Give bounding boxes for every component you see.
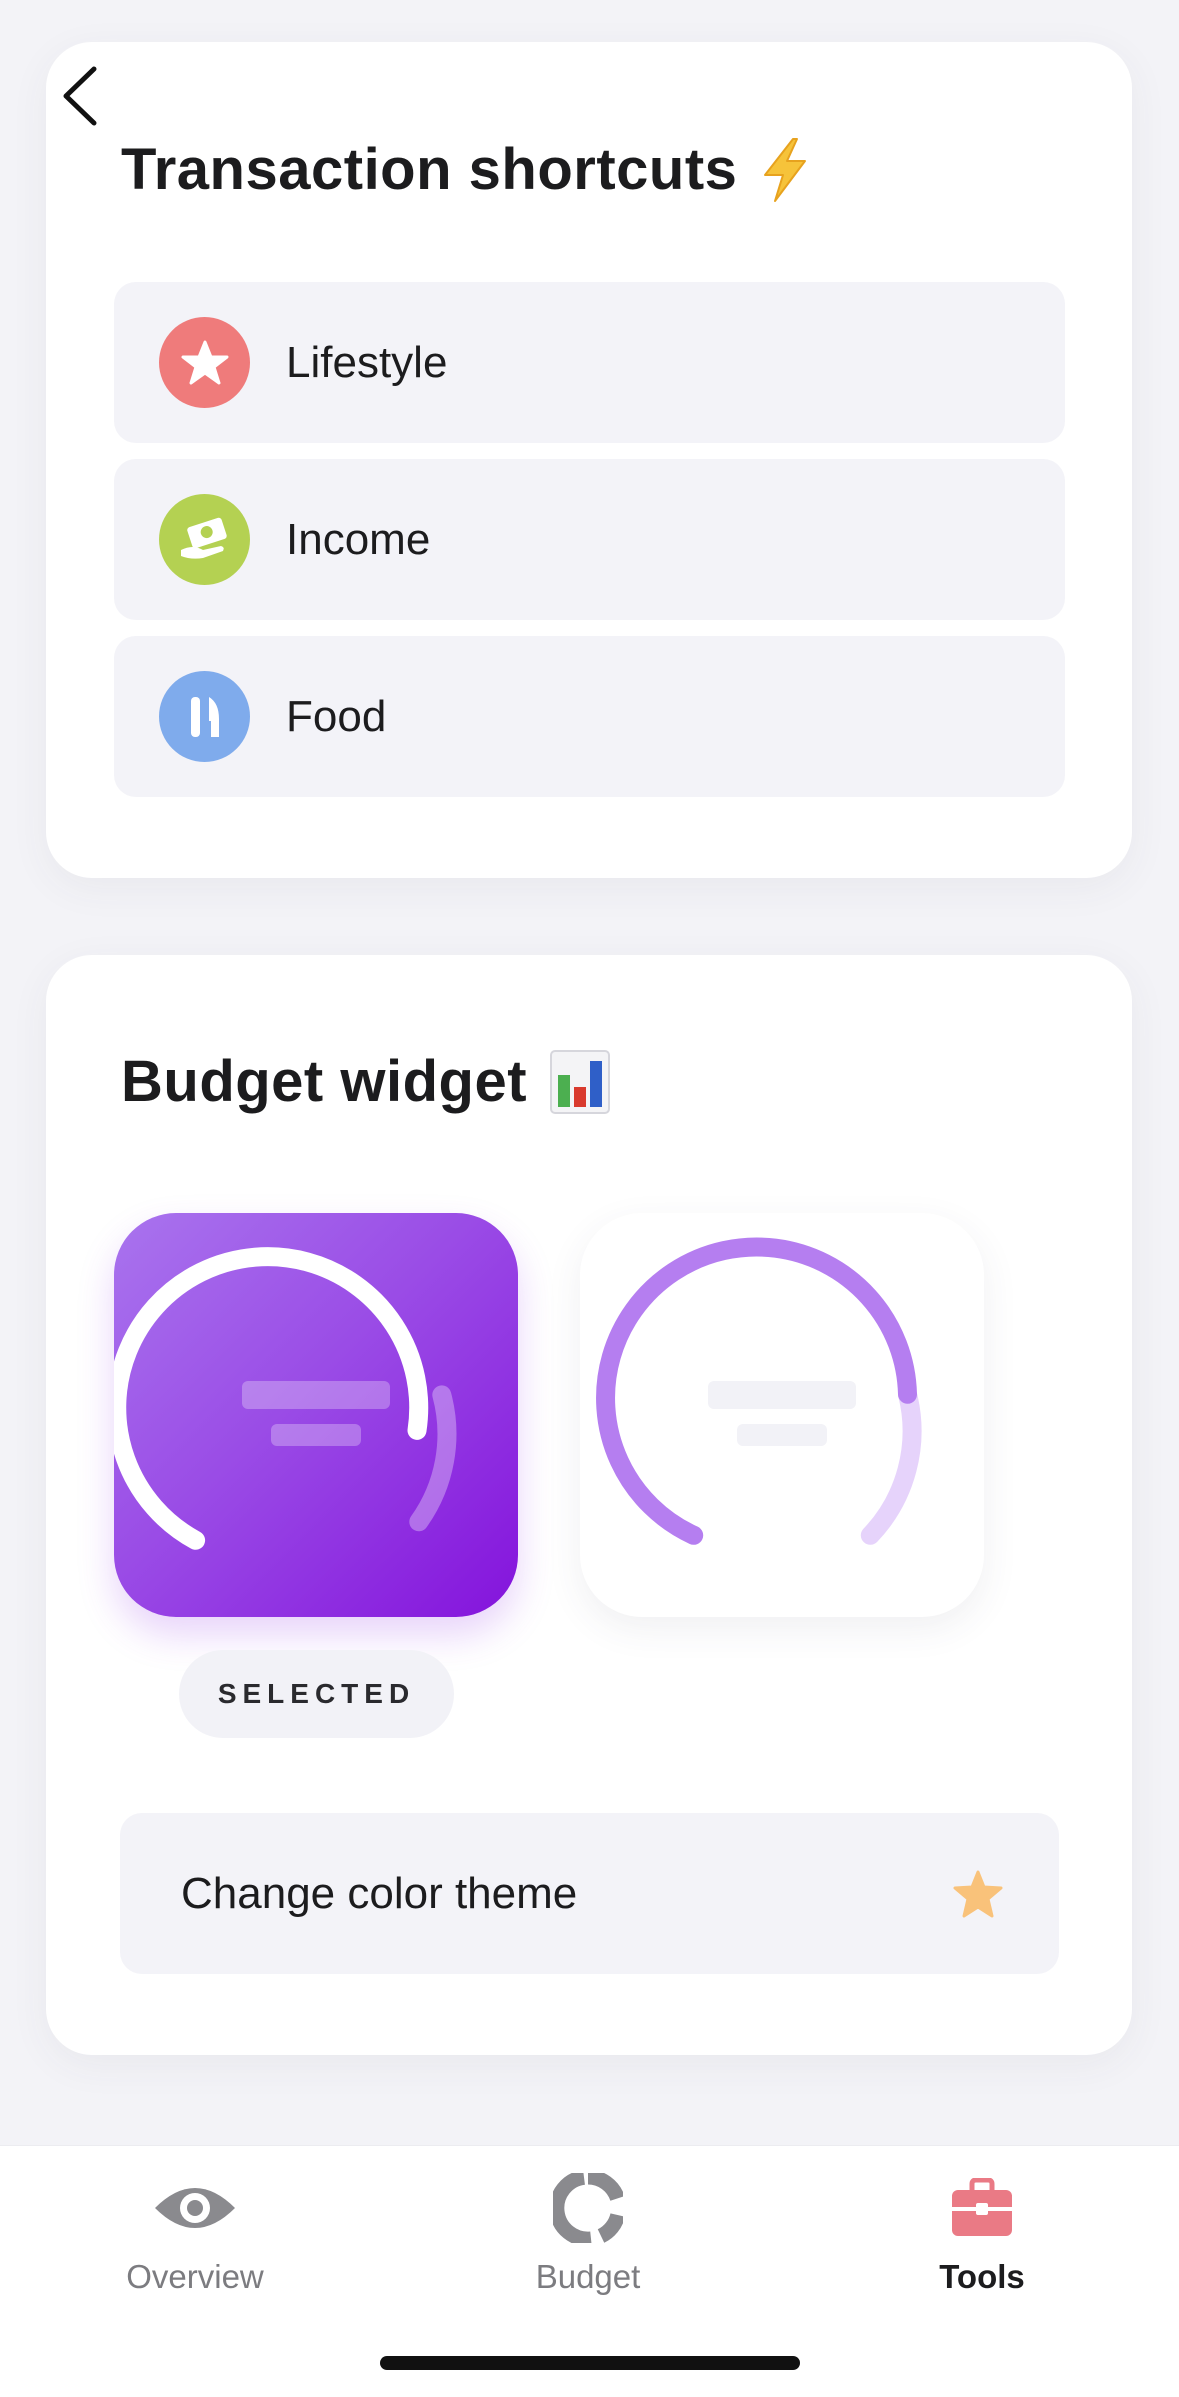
tab-budget[interactable]: Budget — [438, 2146, 738, 2306]
lifestyle-icon-circle — [159, 317, 250, 408]
shortcut-label: Lifestyle — [286, 337, 448, 387]
tab-label: Tools — [939, 2258, 1025, 2295]
tab-label: Overview — [126, 2258, 264, 2295]
tab-tools[interactable]: Tools — [832, 2146, 1132, 2306]
shortcuts-title-text: Transaction shortcuts — [121, 137, 738, 202]
fork-knife-icon — [190, 696, 219, 737]
income-icon-circle — [159, 494, 250, 585]
home-indicator[interactable] — [380, 2356, 800, 2370]
shortcut-food[interactable]: Food — [114, 636, 1065, 797]
money-icon — [180, 517, 227, 559]
star-icon — [181, 340, 228, 384]
toolbox-icon — [950, 2168, 1014, 2248]
lightning-bolt-icon — [764, 137, 807, 202]
widget-option-white[interactable] — [580, 1213, 984, 1617]
food-icon-circle — [159, 671, 250, 762]
change-color-theme-button[interactable]: Change color theme — [120, 1813, 1059, 1974]
donut-chart-icon — [553, 2168, 623, 2248]
shortcuts-title: Transaction shortcuts — [121, 136, 811, 203]
gauge-icon — [596, 1237, 922, 1545]
tab-label: Budget — [535, 2258, 641, 2295]
widget-option-purple[interactable] — [114, 1213, 518, 1617]
gauge-icon — [114, 1247, 457, 1550]
selected-badge: SELECTED — [179, 1650, 454, 1738]
bar-chart-icon — [550, 1049, 611, 1114]
back-button[interactable] — [50, 56, 110, 136]
star-icon — [952, 1869, 1004, 1919]
change-color-theme-label: Change color theme — [181, 1868, 578, 1918]
eye-icon — [152, 2168, 238, 2248]
budget-widget-title: Budget widget — [121, 1048, 611, 1115]
chevron-left-icon — [63, 66, 97, 126]
tab-overview[interactable]: Overview — [45, 2146, 345, 2306]
shortcut-income[interactable]: Income — [114, 459, 1065, 620]
shortcut-label: Income — [286, 514, 431, 564]
budget-widget-title-text: Budget widget — [121, 1049, 528, 1114]
shortcut-label: Food — [286, 691, 387, 741]
shortcut-lifestyle[interactable]: Lifestyle — [114, 282, 1065, 443]
